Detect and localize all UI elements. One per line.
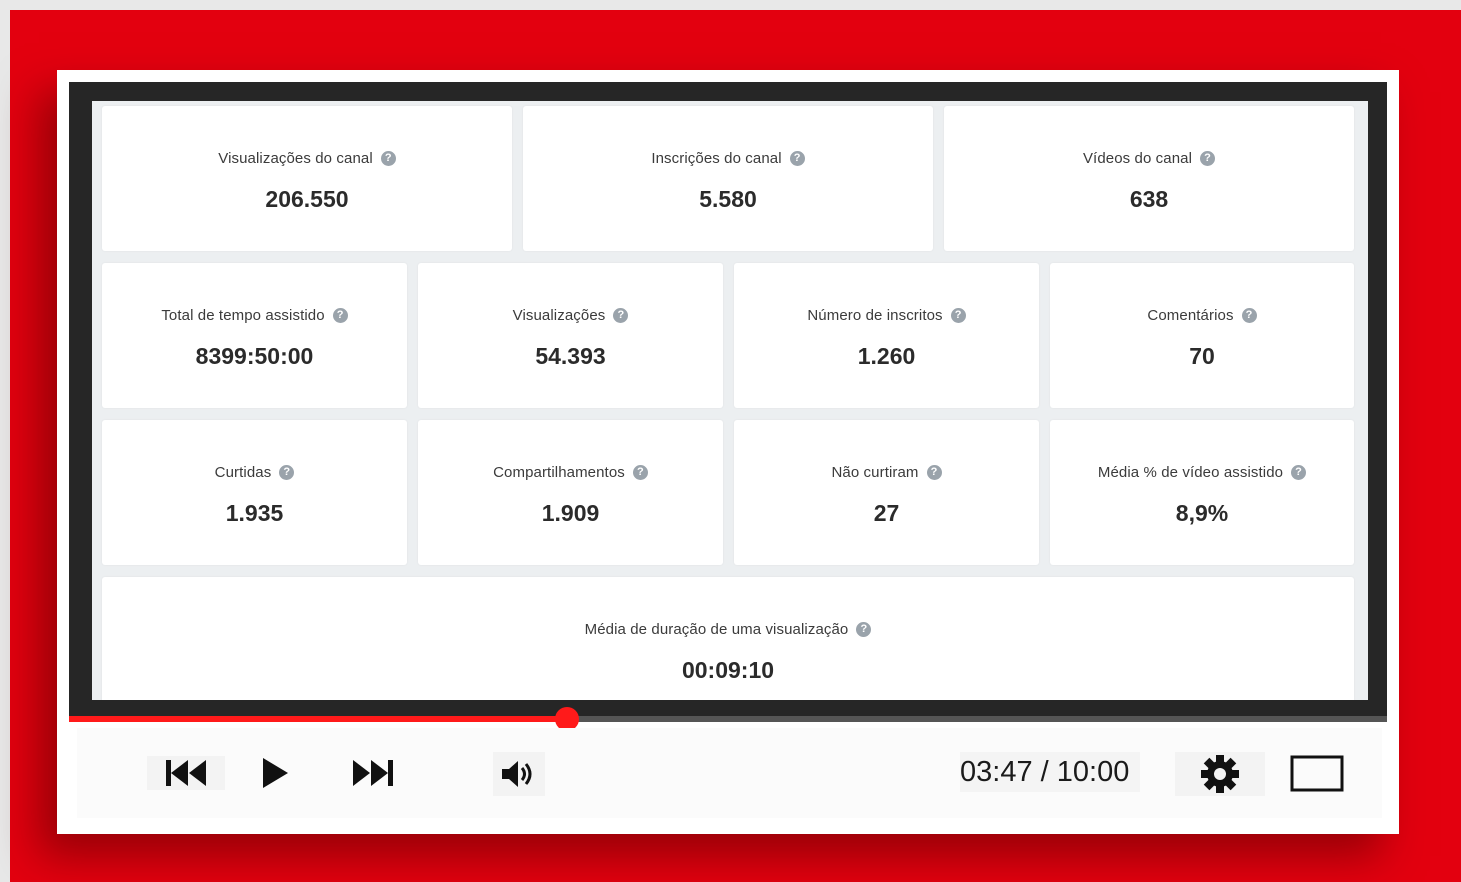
stat-value: 206.550 [265, 186, 349, 212]
stat-label: Visualizações do canal [218, 150, 373, 167]
help-icon[interactable]: ? [789, 151, 805, 166]
current-time: 03:47 [960, 755, 1033, 788]
play-button[interactable] [255, 756, 295, 790]
analytics-dashboard: Visualizações do canal? 206.550 Inscriçõ… [92, 101, 1368, 700]
stat-label: Curtidas [214, 464, 272, 481]
stat-tile-shares: Compartilhamentos? 1.909 [418, 420, 723, 565]
time-separator: / [1032, 755, 1057, 788]
stat-tile-avg-view-duration: Média de duração de uma visualização? 00… [102, 577, 1354, 700]
stat-value: 1.260 [857, 343, 916, 369]
help-icon[interactable]: ? [1241, 308, 1257, 323]
volume-icon [502, 761, 532, 787]
progress-fill [69, 716, 568, 722]
stat-value: 1.935 [225, 500, 284, 526]
stat-label: Visualizações [512, 307, 606, 324]
fullscreen-icon [1290, 755, 1344, 792]
stat-tile-subscribers: Número de inscritos? 1.260 [734, 263, 1039, 408]
duration: 10:00 [1056, 755, 1130, 788]
help-icon[interactable]: ? [856, 622, 872, 637]
help-icon[interactable]: ? [1291, 465, 1307, 480]
stat-value: 8,9% [1175, 500, 1229, 526]
stat-label: Não curtiram [831, 464, 919, 481]
stat-tile-comments: Comentários? 70 [1050, 263, 1354, 408]
help-icon[interactable]: ? [950, 308, 966, 323]
stat-tile-dislikes: Não curtiram? 27 [734, 420, 1039, 565]
stat-label: Inscrições do canal [651, 150, 782, 167]
stat-value: 27 [873, 500, 900, 526]
stat-value: 70 [1189, 343, 1215, 369]
stat-tile-watch-time: Total de tempo assistido? 8399:50:00 [102, 263, 407, 408]
stat-label: Média de duração de uma visualização [584, 621, 849, 638]
skip-previous-icon [166, 760, 206, 786]
help-icon[interactable]: ? [279, 465, 295, 480]
stat-value: 8399:50:00 [195, 343, 314, 369]
skip-previous-button[interactable] [147, 756, 225, 790]
fullscreen-button[interactable] [1289, 754, 1345, 794]
stat-label: Compartilhamentos [493, 464, 625, 481]
gear-icon [1201, 755, 1239, 793]
play-icon [263, 758, 288, 788]
help-icon[interactable]: ? [632, 465, 648, 480]
skip-next-icon [353, 760, 393, 786]
stat-value: 54.393 [535, 343, 606, 369]
help-icon[interactable]: ? [332, 308, 348, 323]
stat-tile-channel-videos: Vídeos do canal? 638 [944, 106, 1354, 251]
volume-button[interactable] [493, 752, 545, 796]
help-icon[interactable]: ? [926, 465, 942, 480]
stat-label: Vídeos do canal [1082, 150, 1193, 167]
skip-next-button[interactable] [345, 756, 401, 790]
stat-label: Média % de vídeo assistido [1097, 464, 1284, 481]
help-icon[interactable]: ? [380, 151, 396, 166]
settings-button[interactable] [1175, 752, 1265, 796]
stat-value: 00:09:10 [681, 657, 775, 683]
help-icon[interactable]: ? [1200, 151, 1216, 166]
player-controls: 03:47 / 10:00 [77, 728, 1382, 818]
stat-label: Total de tempo assistido [161, 307, 325, 324]
progress-bar[interactable] [69, 707, 1387, 731]
stat-label: Número de inscritos [807, 307, 943, 324]
stat-value: 1.909 [541, 500, 600, 526]
stat-tile-channel-subscriptions: Inscrições do canal? 5.580 [523, 106, 933, 251]
stat-tile-likes: Curtidas? 1.935 [102, 420, 407, 565]
stat-label: Comentários [1147, 307, 1234, 324]
time-display: 03:47 / 10:00 [960, 752, 1140, 792]
stat-value: 5.580 [699, 186, 757, 212]
stat-value: 638 [1129, 186, 1169, 212]
stat-tile-views: Visualizações? 54.393 [418, 263, 723, 408]
help-icon[interactable]: ? [613, 308, 629, 323]
stat-tile-channel-views: Visualizações do canal? 206.550 [102, 106, 512, 251]
stat-tile-avg-percent-watched: Média % de vídeo assistido? 8,9% [1050, 420, 1354, 565]
